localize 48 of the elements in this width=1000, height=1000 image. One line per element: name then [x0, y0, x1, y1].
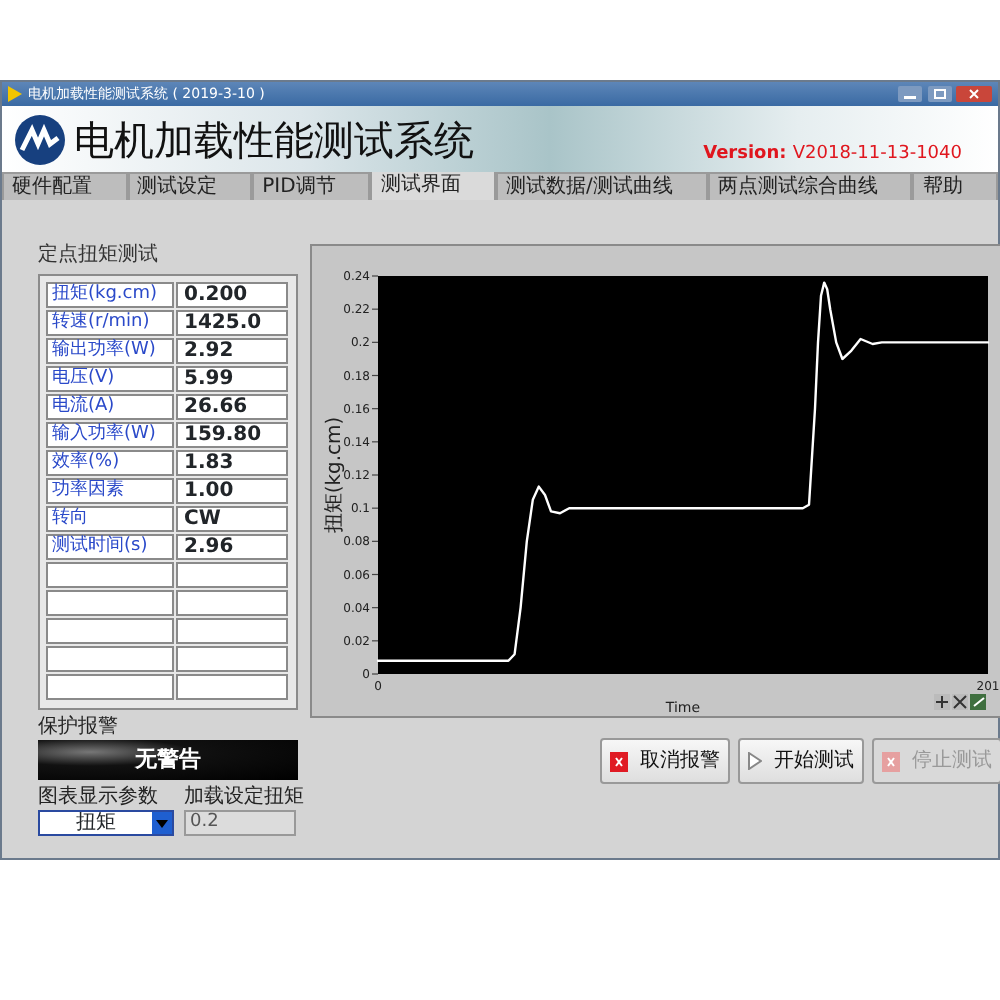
axis-title: 扭矩(kg.cm) — [324, 416, 346, 534]
reading-value: CW — [176, 506, 288, 532]
tab[interactable]: 帮助 — [912, 172, 998, 200]
reading-label: 测试时间(s) — [46, 534, 174, 560]
tab[interactable]: 两点测试综合曲线 — [707, 172, 913, 200]
reading-label: 输入功率(W) — [46, 422, 174, 448]
play-icon — [748, 752, 762, 770]
tab[interactable]: 测试数据/测试曲线 — [495, 172, 708, 200]
reading-value: 159.80 — [176, 422, 288, 448]
input-field[interactable]: 0.2 — [184, 810, 296, 836]
reading-label: 效率(%) — [46, 450, 174, 476]
field-label: 图表显示参数 — [38, 786, 160, 810]
graph-palette-icon[interactable] — [934, 694, 986, 710]
version-text: Version: V2018-11-13-1040 — [703, 141, 962, 167]
reading-label: 扭矩(kg.cm) — [46, 282, 174, 308]
reading-label: 转速(r/min) — [46, 310, 174, 336]
reading-value: 2.92 — [176, 338, 288, 364]
tab[interactable]: PID调节 — [252, 172, 371, 200]
field-label: 加载设定扭矩 — [184, 786, 304, 810]
reading-label: 转向 — [46, 506, 174, 532]
alarm-indicator: 无警告 — [38, 740, 298, 780]
reading-value: 26.66 — [176, 394, 288, 420]
reading-label: 电压(V) — [46, 366, 174, 392]
section-title: 定点扭矩测试 — [38, 244, 160, 268]
reading-value: 1.00 — [176, 478, 288, 504]
button[interactable]: 开始测试 — [738, 738, 864, 784]
cancel-icon — [610, 751, 628, 771]
alarm-label: 保护报警 — [38, 716, 120, 740]
reading-value: 5.99 — [176, 366, 288, 392]
reading-label: 电流(A) — [46, 394, 174, 420]
logo-icon — [14, 113, 66, 165]
caret-icon[interactable] — [152, 812, 172, 834]
reading-value: 0.200 — [176, 282, 288, 308]
minimize-icon[interactable] — [898, 86, 922, 102]
reading-value: 1.83 — [176, 450, 288, 476]
button[interactable]: 取消报警 — [600, 738, 730, 784]
chart-parameter-dropdown[interactable]: 扭矩 — [38, 810, 174, 836]
reading-value: 1425.0 — [176, 310, 288, 336]
cancel-icon — [882, 751, 900, 771]
reading-label: 功率因素 — [46, 478, 174, 504]
reading-value: 2.96 — [176, 534, 288, 560]
tab[interactable]: 测试设定 — [127, 172, 253, 200]
close-icon[interactable] — [956, 86, 992, 102]
tab[interactable]: 硬件配置 — [2, 172, 128, 200]
app-title: 电机加载性能测试系统 — [74, 119, 474, 159]
reading-label: 输出功率(W) — [46, 338, 174, 364]
app-icon — [8, 86, 22, 102]
maximize-icon[interactable] — [927, 86, 951, 102]
